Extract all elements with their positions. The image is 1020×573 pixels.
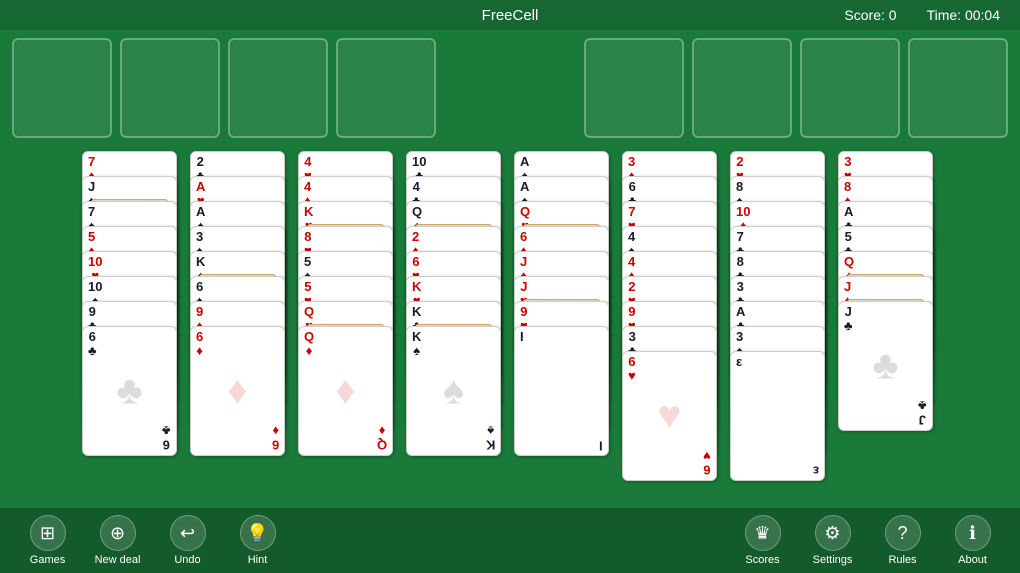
undo-icon: ↩	[170, 515, 206, 551]
card-columns: 7 ♦ ♦ 7 ♦ J ♠ 🤵 J ♠	[12, 151, 1008, 481]
scores-label: Scores	[745, 554, 779, 566]
column-1: 7 ♦ ♦ 7 ♦ J ♠ 🤵 J ♠	[82, 151, 182, 481]
rules-icon: ?	[885, 515, 921, 551]
card[interactable]: I I	[514, 326, 609, 456]
toolbar-btn-hint[interactable]: 💡 Hint	[230, 515, 285, 566]
games-label: Games	[30, 554, 65, 566]
toolbar-btn-games[interactable]: ⊞ Games	[20, 515, 75, 566]
column-3: 4 ♥ ♥ 4 ♥ 4 ♦ ♦ 4 ♦	[298, 151, 398, 481]
score-area: Score: 0 Time: 00:04	[844, 7, 1000, 23]
games-icon: ⊞	[30, 515, 66, 551]
foundation-4[interactable]	[908, 38, 1008, 138]
column-8: 3 ♥ ♥ 3 ♥ 8 ♦ ♦ 8 ♦	[838, 151, 938, 481]
new-deal-icon: ⊕	[100, 515, 136, 551]
toolbar: ⊞ Games ⊕ New deal ↩ Undo 💡 Hint ♛ Score…	[0, 508, 1020, 573]
foundation-piles	[584, 38, 1008, 143]
free-cell-2[interactable]	[120, 38, 220, 138]
toolbar-btn-undo[interactable]: ↩ Undo	[160, 515, 215, 566]
header: FreeCell Score: 0 Time: 00:04	[0, 0, 1020, 30]
free-cells	[12, 38, 436, 143]
toolbar-btn-about[interactable]: ℹ About	[945, 515, 1000, 566]
time-display: Time: 00:04	[927, 7, 1000, 23]
column-5: A ♠ ♠ A ♠ A ♠ ♠ A ♠	[514, 151, 614, 481]
toolbar-btn-settings[interactable]: ⚙ Settings	[805, 515, 860, 566]
game-area: 7 ♦ ♦ 7 ♦ J ♠ 🤵 J ♠	[0, 30, 1020, 508]
about-label: About	[958, 554, 987, 566]
toolbar-btn-new-deal[interactable]: ⊕ New deal	[90, 515, 145, 566]
card[interactable]: K ♠ ♠ K ♠	[406, 326, 501, 456]
card[interactable]: 6 ♣ ♣ 6 ♣	[82, 326, 177, 456]
free-cell-1[interactable]	[12, 38, 112, 138]
foundation-1[interactable]	[584, 38, 684, 138]
card[interactable]: 6 ♥ ♥ 6 ♥	[622, 351, 717, 481]
column-4: 10 ♣ ♣ 10 ♣ 4 ♣ ♣ 4 ♣	[406, 151, 506, 481]
card[interactable]: Q ♦ ♦ Q ♦	[298, 326, 393, 456]
card[interactable]: ε ε	[730, 351, 825, 481]
foundation-2[interactable]	[692, 38, 792, 138]
scores-icon: ♛	[745, 515, 781, 551]
toolbar-left: ⊞ Games ⊕ New deal ↩ Undo 💡 Hint	[20, 515, 285, 566]
toolbar-right: ♛ Scores ⚙ Settings ? Rules ℹ About	[735, 515, 1000, 566]
toolbar-btn-rules[interactable]: ? Rules	[875, 515, 930, 566]
free-cell-3[interactable]	[228, 38, 328, 138]
about-icon: ℹ	[955, 515, 991, 551]
card[interactable]: J ♣ ♣ J ♣	[838, 301, 933, 431]
foundation-3[interactable]	[800, 38, 900, 138]
card[interactable]: 6 ♦ ♦ 6 ♦	[190, 326, 285, 456]
hint-icon: 💡	[240, 515, 276, 551]
toolbar-btn-scores[interactable]: ♛ Scores	[735, 515, 790, 566]
hint-label: Hint	[248, 554, 268, 566]
column-6: 3 ♦ ♦ 3 ♦ 6 ♣ ♣ 6 ♣	[622, 151, 722, 481]
top-row	[12, 38, 1008, 143]
column-7: 2 ♥ ♥ 2 ♥ 8 ♠ ♠ 8 ♠	[730, 151, 830, 481]
undo-label: Undo	[174, 554, 200, 566]
score-display: Score: 0	[844, 7, 896, 23]
column-2: 2 ♣ ♣ 2 ♣ A ♥ ♥ A ♥	[190, 151, 290, 481]
settings-label: Settings	[813, 554, 853, 566]
new-deal-label: New deal	[95, 554, 141, 566]
settings-icon: ⚙	[815, 515, 851, 551]
rules-label: Rules	[888, 554, 916, 566]
free-cell-4[interactable]	[336, 38, 436, 138]
